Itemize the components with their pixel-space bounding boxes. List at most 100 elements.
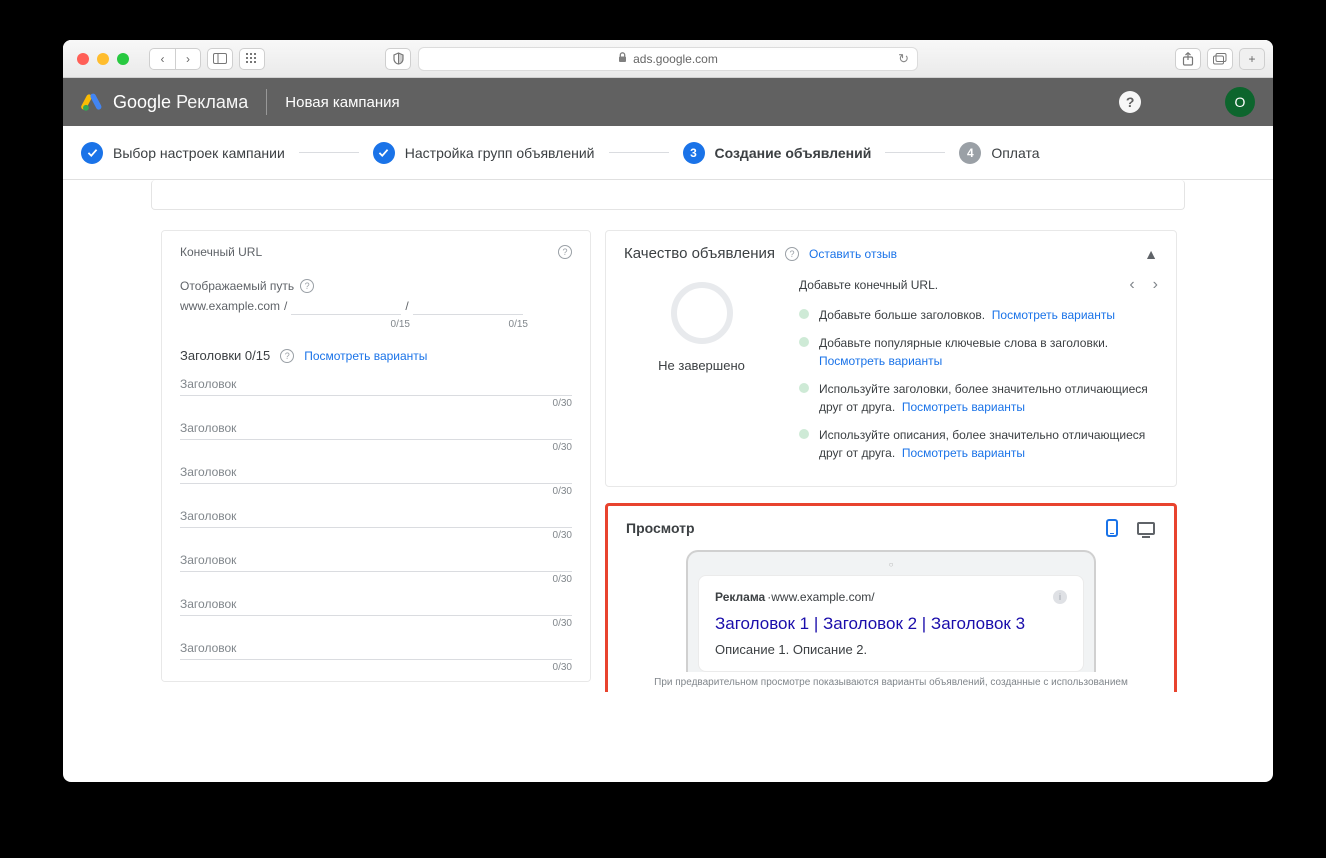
path2-input[interactable] [413, 297, 523, 315]
see-variants-link[interactable]: Посмотреть варианты [819, 354, 942, 368]
help-icon[interactable]: ? [280, 349, 294, 363]
ad-quality-panel: Качество объявления ? Оставить отзыв ▲ Н… [605, 230, 1177, 487]
step-label: Настройка групп объявлений [405, 145, 595, 161]
headline-input[interactable] [180, 415, 572, 440]
divider [266, 89, 267, 115]
app-header: Google Реклама Новая кампания ? O [63, 78, 1273, 126]
zoom-window-button[interactable] [117, 53, 129, 65]
help-icon[interactable]: ? [300, 279, 314, 293]
ad-description: Описание 1. Описание 2. [715, 642, 1067, 657]
path1-counter: 0/15 [292, 319, 410, 330]
startpage-grid-button[interactable] [239, 48, 265, 70]
quality-item-text: Добавьте больше заголовков. [819, 308, 985, 322]
headline-input[interactable] [180, 591, 572, 616]
step-connector [885, 152, 945, 153]
bullet-icon [799, 337, 809, 347]
page-title: Новая кампания [285, 94, 399, 111]
feedback-link[interactable]: Оставить отзыв [809, 247, 897, 261]
help-icon[interactable]: ? [558, 245, 572, 259]
headline-counter: 0/30 [180, 618, 572, 629]
address-url: ads.google.com [633, 52, 718, 66]
ad-badge: Реклама [715, 590, 765, 604]
forward-button[interactable]: › [175, 48, 201, 70]
headline-counter: 0/30 [180, 662, 572, 673]
headline-counter: 0/30 [180, 398, 572, 409]
mac-titlebar: ‹ › ads.google.com ↻ [63, 40, 1273, 78]
stepper: Выбор настроек кампании Настройка групп … [63, 126, 1273, 180]
ad-preview-card: Реклама · www.example.com/ i Заголовок 1… [698, 575, 1084, 672]
next-suggestion-button[interactable]: › [1153, 276, 1158, 294]
address-bar[interactable]: ads.google.com ↻ [418, 47, 918, 71]
headline-input[interactable] [180, 371, 572, 396]
headline-input[interactable] [180, 459, 572, 484]
step-connector [299, 152, 359, 153]
path1-input[interactable] [291, 297, 401, 315]
see-variants-link[interactable]: Посмотреть варианты [992, 308, 1115, 322]
step-number: 3 [683, 142, 705, 164]
step-label: Создание объявлений [715, 145, 872, 161]
quality-gauge [671, 282, 733, 344]
traffic-lights [77, 53, 129, 65]
sidebar-toggle-button[interactable] [207, 48, 233, 70]
share-button[interactable] [1175, 48, 1201, 70]
bullet-icon [799, 309, 809, 319]
ad-domain: www.example.com/ [771, 590, 874, 604]
final-url-label: Конечный URL [180, 245, 262, 259]
check-icon [81, 142, 103, 164]
help-icon[interactable]: ? [785, 247, 799, 261]
lock-icon [618, 52, 627, 66]
path2-counter: 0/15 [410, 319, 528, 330]
headline-input[interactable] [180, 547, 572, 572]
new-tab-button[interactable]: + [1239, 48, 1265, 70]
ad-headline: Заголовок 1 | Заголовок 2 | Заголовок 3 [715, 614, 1067, 634]
google-ads-logo-icon [81, 91, 103, 113]
account-label [1153, 95, 1211, 110]
step-3[interactable]: 3 Создание объявлений [683, 142, 872, 164]
bullet-icon [799, 429, 809, 439]
close-window-button[interactable] [77, 53, 89, 65]
info-icon[interactable]: i [1053, 590, 1067, 604]
headline-counter: 0/30 [180, 530, 572, 541]
back-button[interactable]: ‹ [149, 48, 175, 70]
desktop-preview-button[interactable] [1136, 518, 1156, 538]
headline-counter: 0/30 [180, 442, 572, 453]
quality-title: Качество объявления [624, 245, 775, 262]
see-variants-link[interactable]: Посмотреть варианты [902, 400, 1025, 414]
speaker-icon: ○ [698, 560, 1084, 569]
collapsed-card [151, 180, 1185, 210]
shield-privacy-button[interactable] [385, 48, 411, 70]
preview-title: Просмотр [626, 520, 695, 536]
product-name: Google Реклама [113, 92, 248, 113]
headline-input[interactable] [180, 503, 572, 528]
check-icon [373, 142, 395, 164]
step-connector [609, 152, 669, 153]
display-path-prefix: www.example.com [180, 299, 280, 313]
step-1[interactable]: Выбор настроек кампании [81, 142, 285, 164]
reload-icon[interactable]: ↻ [898, 51, 909, 67]
display-path-label: Отображаемый путь ? [180, 279, 572, 293]
collapse-icon[interactable]: ▲ [1144, 246, 1158, 262]
headline-input[interactable] [180, 635, 572, 660]
step-label: Выбор настроек кампании [113, 145, 285, 161]
bullet-icon [799, 383, 809, 393]
help-button[interactable]: ? [1119, 91, 1141, 113]
quality-top-message: Добавьте конечный URL. [799, 278, 938, 292]
step-4[interactable]: 4 Оплата [959, 142, 1039, 164]
browser-window: ‹ › ads.google.com ↻ [63, 40, 1273, 782]
step-label: Оплата [991, 145, 1039, 161]
mobile-preview-button[interactable] [1102, 518, 1122, 538]
see-variants-link[interactable]: Посмотреть варианты [902, 446, 1025, 460]
right-column: Качество объявления ? Оставить отзыв ▲ Н… [605, 230, 1177, 682]
ad-editor-panel: Конечный URL ? Отображаемый путь ? www.e… [161, 230, 591, 682]
nav-button-group: ‹ › [149, 48, 265, 70]
headlines-label: Заголовки 0/15 [180, 348, 270, 363]
mobile-mock: ○ Реклама · www.example.com/ i Заголовок… [686, 550, 1096, 672]
prev-suggestion-button[interactable]: ‹ [1129, 276, 1134, 294]
see-variants-link[interactable]: Посмотреть варианты [304, 349, 427, 363]
avatar[interactable]: O [1225, 87, 1255, 117]
preview-disclaimer: При предварительном просмотре показывают… [626, 676, 1156, 692]
main-content: Конечный URL ? Отображаемый путь ? www.e… [63, 230, 1273, 692]
step-2[interactable]: Настройка групп объявлений [373, 142, 595, 164]
tabs-button[interactable] [1207, 48, 1233, 70]
minimize-window-button[interactable] [97, 53, 109, 65]
